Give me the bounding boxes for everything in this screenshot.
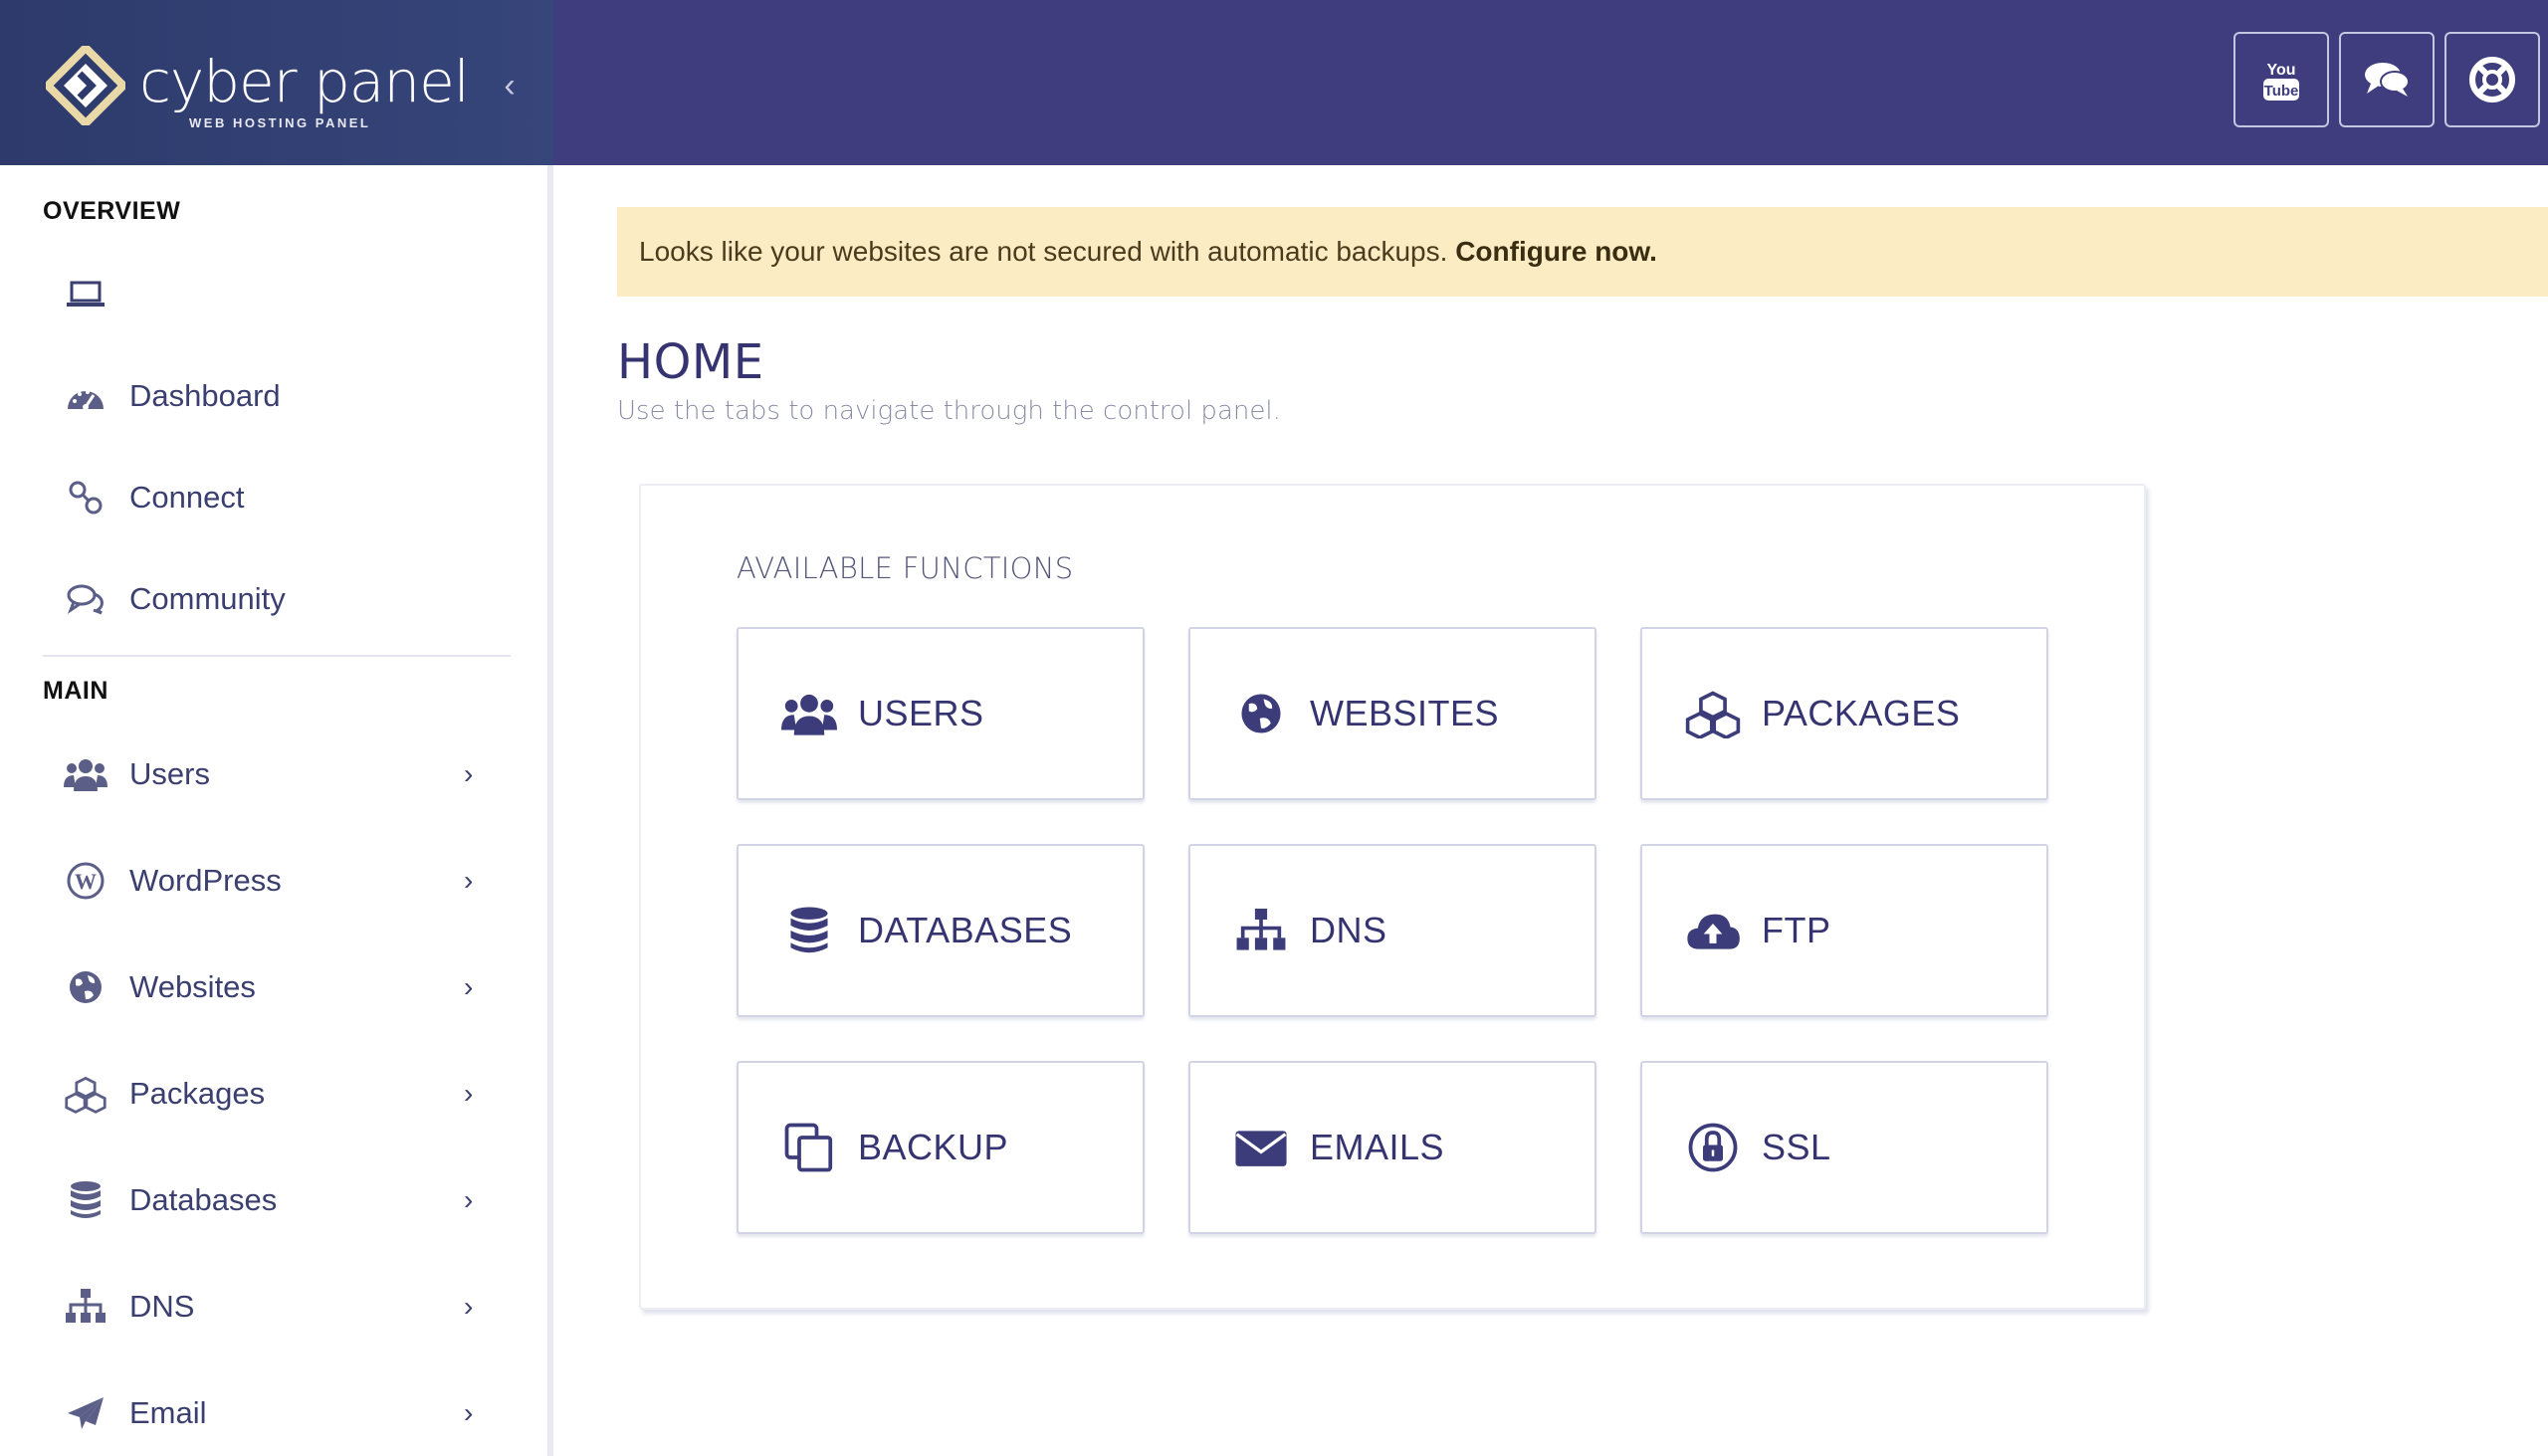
sidebar-item-label: Connect — [129, 480, 245, 515]
sidebar-item-label: Users — [129, 756, 210, 791]
sidebar-item-connect[interactable]: Connect — [0, 458, 537, 537]
svg-text:You: You — [2266, 62, 2295, 79]
sidebar-item-label: Websites — [129, 969, 256, 1004]
sidebar-collapse-button[interactable]: ‹ — [498, 66, 522, 105]
cubes-icon — [64, 1072, 107, 1116]
envelope-icon — [1232, 1119, 1290, 1176]
logo-subtitle: WEB HOSTING PANEL — [189, 115, 371, 130]
sidebar-item-label: Dashboard — [129, 378, 281, 413]
tile-label: FTP — [1762, 910, 1831, 950]
youtube-icon: You Tube — [2263, 62, 2299, 101]
tile-websites[interactable]: WEBSITES — [1188, 627, 1596, 800]
comments-icon — [64, 577, 107, 621]
youtube-button[interactable]: You Tube — [2233, 32, 2329, 127]
chat-button[interactable] — [2339, 32, 2435, 127]
tile-label: DNS — [1310, 910, 1387, 950]
sidebar-item-wordpress[interactable]: W WordPress › — [0, 841, 537, 921]
support-icon — [2469, 57, 2515, 103]
tile-label: PACKAGES — [1762, 693, 1961, 733]
tile-packages[interactable]: PACKAGES — [1640, 627, 2048, 800]
database-icon — [64, 1178, 107, 1222]
lock-icon — [1684, 1119, 1742, 1176]
globe-icon — [64, 965, 107, 1009]
copy-icon — [780, 1119, 838, 1176]
sidebar-item-websites[interactable]: Websites › — [0, 947, 537, 1027]
tile-ssl[interactable]: SSL — [1640, 1061, 2048, 1234]
sidebar-item-packages[interactable]: Packages › — [0, 1054, 537, 1134]
svg-text:Tube: Tube — [2264, 83, 2299, 100]
users-icon — [64, 752, 107, 796]
tile-label: DATABASES — [858, 910, 1073, 950]
sidebar-item-dns[interactable]: DNS › — [0, 1267, 537, 1347]
logo-area[interactable]: cyber panel WEB HOSTING PANEL ‹ — [0, 0, 553, 165]
svg-text:W: W — [75, 869, 97, 894]
sidebar-item-dashboard[interactable]: Dashboard — [0, 356, 537, 436]
laptop-icon — [64, 273, 107, 316]
sidebar: OVERVIEW Dashboard Connect Community MAI… — [0, 165, 553, 1456]
sitemap-icon — [1232, 902, 1290, 959]
users-icon — [780, 685, 838, 742]
support-button[interactable] — [2444, 32, 2540, 127]
sidebar-item-email[interactable]: Email › — [0, 1373, 537, 1453]
wordpress-icon: W — [64, 859, 107, 903]
sidebar-item-databases[interactable]: Databases › — [0, 1160, 537, 1240]
tile-emails[interactable]: EMAILS — [1188, 1061, 1596, 1234]
logo-text: cyber panel — [139, 48, 470, 115]
chevron-right-icon: › — [464, 1184, 474, 1215]
panel-title: AVAILABLE FUNCTIONS — [737, 551, 1074, 585]
chevron-right-icon: › — [464, 1397, 474, 1428]
tile-users[interactable]: USERS — [737, 627, 1145, 800]
sidebar-divider — [43, 655, 511, 657]
tile-label: WEBSITES — [1310, 693, 1500, 733]
page-subtitle: Use the tabs to navigate through the con… — [617, 396, 1281, 426]
backup-alert: Looks like your websites are not secured… — [617, 207, 2548, 297]
chevron-right-icon: › — [464, 758, 474, 789]
cloud-upload-icon — [1684, 902, 1742, 959]
sidebar-item-users[interactable]: Users › — [0, 734, 537, 814]
sidebar-item-label: WordPress — [129, 863, 282, 898]
link-icon — [64, 476, 107, 520]
tile-dns[interactable]: DNS — [1188, 844, 1596, 1017]
cyberpanel-logo-icon — [46, 46, 125, 125]
chevron-right-icon: › — [464, 1078, 474, 1109]
tile-label: BACKUP — [858, 1127, 1009, 1167]
alert-text: Looks like your websites are not secured… — [639, 236, 1456, 267]
chat-icon — [2365, 63, 2410, 97]
globe-icon — [1232, 685, 1290, 742]
sidebar-item-label: Email — [129, 1395, 207, 1430]
tile-databases[interactable]: DATABASES — [737, 844, 1145, 1017]
dashboard-icon — [64, 374, 107, 418]
paper-plane-icon — [64, 1391, 107, 1435]
top-header: cyber panel WEB HOSTING PANEL ‹ You Tube — [0, 0, 2548, 165]
section-title-main: MAIN — [43, 677, 108, 705]
section-title-overview: OVERVIEW — [43, 197, 181, 225]
tile-label: USERS — [858, 693, 984, 733]
chevron-right-icon: › — [464, 1291, 474, 1322]
configure-now-link[interactable]: Configure now. — [1455, 236, 1657, 267]
sidebar-item-label: Databases — [129, 1182, 278, 1217]
tile-ftp[interactable]: FTP — [1640, 844, 2048, 1017]
sidebar-item-label: DNS — [129, 1289, 195, 1324]
sidebar-item-label: Community — [129, 581, 286, 616]
functions-panel: AVAILABLE FUNCTIONS USERS WEBSITES PACKA… — [639, 484, 2146, 1310]
sidebar-item-label: Packages — [129, 1076, 266, 1111]
tile-label: EMAILS — [1310, 1127, 1445, 1167]
chevron-right-icon: › — [464, 971, 474, 1002]
database-icon — [780, 902, 838, 959]
chevron-right-icon: › — [464, 865, 474, 896]
sidebar-item-community[interactable]: Community — [0, 559, 537, 639]
tile-label: SSL — [1762, 1127, 1831, 1167]
sidebar-item-overview[interactable] — [0, 255, 537, 334]
tile-backup[interactable]: BACKUP — [737, 1061, 1145, 1234]
cubes-icon — [1684, 685, 1742, 742]
page-title: HOME — [617, 334, 764, 390]
sitemap-icon — [64, 1285, 107, 1329]
